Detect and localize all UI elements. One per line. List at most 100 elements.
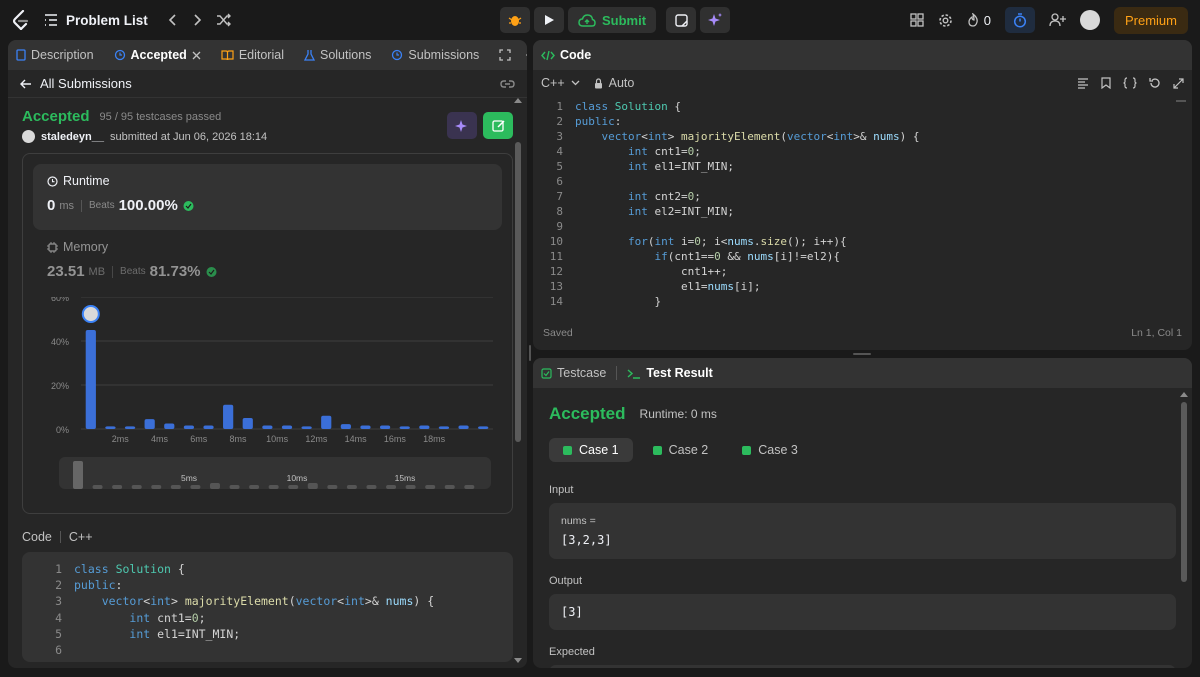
- tab-submissions[interactable]: Submissions: [391, 48, 479, 62]
- code-line[interactable]: 6: [545, 174, 1192, 189]
- code-line[interactable]: 3 vector<int> majorityElement(vector<int…: [44, 593, 513, 609]
- maximize-icon[interactable]: [499, 49, 511, 61]
- code-line[interactable]: 8 int el2=INT_MIN;: [545, 204, 1192, 219]
- tab-test-result[interactable]: Test Result: [627, 366, 713, 380]
- line-number: 13: [549, 280, 563, 293]
- line-number: 6: [556, 175, 563, 188]
- code-line[interactable]: 1 class Solution {: [44, 561, 513, 577]
- tab-solutions[interactable]: Solutions: [303, 48, 371, 62]
- shuffle-icon[interactable]: [216, 13, 232, 27]
- scroll-down-icon[interactable]: [513, 657, 523, 664]
- line-number: 2: [55, 578, 62, 593]
- submitted-code-block[interactable]: 1 class Solution {2 public: 3 vector<int> m…: [22, 552, 513, 662]
- memory-value: 23.51: [47, 263, 85, 280]
- fullscreen-icon[interactable]: [1173, 77, 1184, 89]
- code-line[interactable]: 2 public:: [545, 114, 1192, 129]
- next-problem-icon[interactable]: [192, 13, 202, 27]
- code-line[interactable]: 4 int cnt1=0;: [44, 610, 513, 626]
- chart-bar: [223, 404, 234, 429]
- tab-description[interactable]: Description: [16, 48, 94, 62]
- case-tab-1[interactable]: Case 1: [549, 438, 633, 462]
- prev-problem-icon[interactable]: [168, 13, 178, 27]
- notes-button[interactable]: [666, 7, 697, 33]
- code-line[interactable]: 7 int cnt2=0;: [545, 189, 1192, 204]
- sparkle-icon: [708, 13, 723, 27]
- code-line[interactable]: 3 vector<int> majorityElement(vector<int…: [545, 129, 1192, 144]
- test-result-tab-label: Test Result: [646, 366, 713, 380]
- code-line[interactable]: 12 cnt1++;: [545, 264, 1192, 279]
- submit-button[interactable]: Submit: [568, 7, 657, 33]
- runtime-title: Runtime: [63, 174, 110, 188]
- scroll-up-icon[interactable]: [513, 97, 523, 104]
- left-scrollbar-thumb[interactable]: [515, 142, 521, 442]
- add-friend-icon[interactable]: [1049, 13, 1066, 27]
- scroll-up-icon[interactable]: [1179, 391, 1189, 398]
- code-line[interactable]: 9: [545, 219, 1192, 234]
- line-number: 6: [55, 643, 62, 658]
- streak-counter[interactable]: 0: [967, 13, 991, 28]
- back-to-submissions-link[interactable]: All Submissions: [20, 76, 132, 91]
- code-line[interactable]: 11 if(cnt1==0 && nums[i]!=el2){: [545, 249, 1192, 264]
- test-scrollbar-thumb[interactable]: [1181, 402, 1187, 582]
- runtime-box[interactable]: Runtime 0 ms Beats 100.00%: [33, 164, 502, 230]
- history-icon: [114, 49, 126, 61]
- layout-icon[interactable]: [910, 13, 924, 27]
- stats-card: Runtime 0 ms Beats 100.00% Memory 23.51 …: [22, 153, 513, 514]
- overview-bar: [327, 485, 338, 489]
- code-line[interactable]: 5 int el1=INT_MIN;: [44, 626, 513, 642]
- reset-icon[interactable]: [1149, 77, 1161, 89]
- x-tick-label: 16ms: [384, 434, 407, 444]
- case-tab-3[interactable]: Case 3: [728, 438, 812, 462]
- code-editor[interactable]: 1 class Solution {2 public: 3 vector<int> m…: [533, 96, 1192, 320]
- vertical-resize-handle[interactable]: [529, 345, 531, 361]
- debug-button[interactable]: [500, 7, 530, 33]
- cloud-upload-icon: [578, 13, 596, 27]
- ai-assist-button[interactable]: [700, 7, 731, 33]
- overview-bar: [151, 485, 162, 489]
- tab-code[interactable]: Code: [541, 48, 591, 62]
- code-line[interactable]: 1 class Solution {: [545, 99, 1192, 114]
- tab-editorial[interactable]: Editorial: [221, 48, 284, 62]
- bookmark-icon[interactable]: [1101, 77, 1111, 89]
- submitter-avatar[interactable]: [22, 130, 35, 143]
- share-link-icon[interactable]: [500, 78, 515, 90]
- code-line[interactable]: 10 for(int i=0; i<nums.size(); i++){: [545, 234, 1192, 249]
- chart-bar: [301, 426, 312, 429]
- stopwatch-icon: [1013, 12, 1027, 28]
- horizontal-resize-handle[interactable]: [853, 353, 871, 355]
- line-number: 1: [55, 562, 62, 576]
- code-line[interactable]: 6: [44, 642, 513, 658]
- edit-solution-button[interactable]: [483, 112, 513, 139]
- collapse-left-icon[interactable]: [525, 49, 527, 61]
- line-number: 14: [549, 295, 563, 308]
- run-button[interactable]: [534, 7, 564, 33]
- logo-icon[interactable]: [12, 10, 30, 30]
- code-line[interactable]: 2 public:: [44, 577, 513, 593]
- language-select[interactable]: C++: [541, 76, 580, 90]
- code-line[interactable]: 4 int cnt1=0;: [545, 144, 1192, 159]
- case-tab-2[interactable]: Case 2: [639, 438, 723, 462]
- submitter-name[interactable]: staledeyn__: [41, 131, 104, 143]
- save-status: Saved: [543, 327, 573, 339]
- timer-button[interactable]: [1004, 7, 1035, 33]
- autocomplete-mode[interactable]: Auto: [594, 76, 634, 90]
- analyze-button[interactable]: [447, 112, 477, 139]
- editor-scroll-indicator: [1176, 100, 1186, 102]
- braces-icon[interactable]: [1123, 77, 1137, 89]
- user-avatar[interactable]: [1079, 10, 1100, 30]
- problem-list-link[interactable]: Problem List: [44, 13, 148, 28]
- close-tab-icon[interactable]: [192, 51, 201, 60]
- input-box: nums = [3,2,3]: [549, 503, 1176, 559]
- memory-box[interactable]: Memory 23.51 MB Beats 81.73%: [33, 230, 502, 290]
- format-icon[interactable]: [1077, 77, 1089, 89]
- line-number: 9: [556, 220, 563, 233]
- tab-testcase[interactable]: Testcase: [541, 366, 606, 380]
- overview-bar: [112, 485, 123, 489]
- code-line[interactable]: 14 }: [545, 294, 1192, 309]
- settings-gear-icon[interactable]: [938, 13, 953, 28]
- code-line[interactable]: 5 int el1=INT_MIN;: [545, 159, 1192, 174]
- code-line[interactable]: 13 el1=nums[i];: [545, 279, 1192, 294]
- tab-accepted[interactable]: Accepted: [114, 48, 201, 62]
- premium-button[interactable]: Premium: [1113, 6, 1188, 34]
- check-icon: [652, 445, 662, 455]
